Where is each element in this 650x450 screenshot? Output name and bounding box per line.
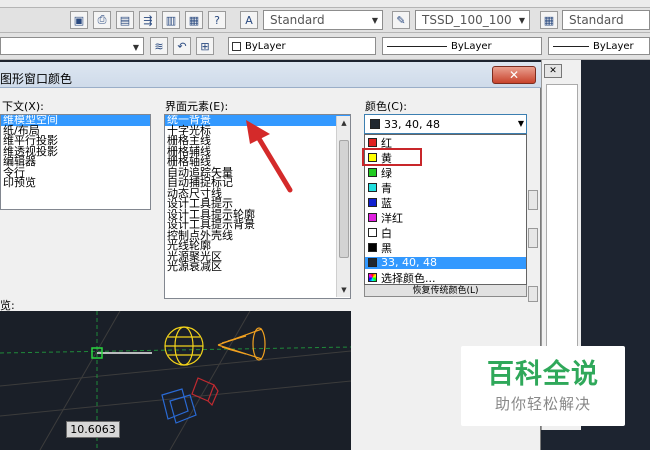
chevron-down-icon: ▼ — [517, 119, 524, 128]
properties-icon[interactable]: ▥ — [162, 11, 180, 29]
watermark-subtitle: 助你轻松解决 — [494, 395, 591, 413]
color-option[interactable]: 黑 — [365, 241, 526, 255]
restore-button-label: 恢复传统颜色(L) — [412, 286, 479, 296]
color-option-label: 选择颜色... — [381, 271, 436, 285]
color-option[interactable]: 红 — [365, 137, 526, 150]
element-label: 界面元素(E): — [165, 100, 229, 113]
scroll-thumb[interactable] — [339, 140, 349, 258]
scroll-down-icon[interactable]: ▼ — [337, 283, 351, 297]
close-icon: ✕ — [508, 68, 520, 82]
color-option-label: 青 — [381, 181, 392, 195]
dialog-title: 图形窗口颜色 — [0, 72, 73, 86]
color-option-label: 洋红 — [381, 211, 403, 225]
color-control[interactable]: ByLayer — [228, 37, 376, 55]
layer-match-icon[interactable]: ⊞ — [196, 37, 214, 55]
help-icon[interactable]: ? — [208, 11, 226, 29]
color-option-label: 白 — [381, 226, 392, 240]
menu-bar-strip — [0, 0, 650, 8]
dimension-value: 10.6063 — [70, 423, 116, 436]
preview-scene — [0, 311, 351, 450]
table-style-value: Standard — [569, 13, 624, 27]
layer-previous-icon[interactable]: ↶ — [173, 37, 191, 55]
chevron-down-icon: ▼ — [371, 15, 379, 25]
color-option-label: 蓝 — [381, 196, 392, 210]
color-option-label: 黑 — [381, 241, 392, 255]
styles-toolbar: ▣ ⎙ ▤ ⇶ ▥ ▦ ? A Standard ▼ ✎ TSSD_100_10… — [0, 8, 650, 33]
color-select[interactable]: 33, 40, 48 ▼ — [364, 114, 527, 134]
linetype-control[interactable]: ByLayer — [382, 37, 542, 55]
color-option-swatch — [368, 258, 377, 268]
point-light-icon — [164, 326, 204, 366]
context-list-item[interactable]: 印预览 — [1, 177, 150, 189]
text-style-combo[interactable]: Standard ▼ — [263, 10, 383, 30]
lineweight-control-value: ByLayer — [593, 40, 634, 52]
layer-state-icon[interactable]: ≋ — [150, 37, 168, 55]
color-option[interactable]: 青 — [365, 181, 526, 195]
color-select-value: 33, 40, 48 — [384, 117, 440, 131]
color-option-swatch — [368, 213, 377, 223]
publish-icon[interactable]: ⇶ — [139, 11, 157, 29]
color-select-swatch — [370, 119, 380, 129]
color-option-label: 33, 40, 48 — [381, 256, 437, 270]
calculator-icon[interactable]: ▦ — [185, 11, 203, 29]
dialog-title-bar: 图形窗口颜色 — [0, 62, 541, 88]
color-control-value: ByLayer — [245, 40, 286, 52]
linetype-control-value: ByLayer — [451, 40, 492, 52]
text-style-icon[interactable]: A — [240, 11, 258, 29]
element-list[interactable]: 统一背景 十字光标 栅格主线 栅格辅线 栅格轴线 自动追踪矢量 自动捕捉标记 动态尺寸线 设计工… — [164, 114, 351, 299]
color-option-swatch — [368, 198, 377, 208]
context-list[interactable]: 维模型空间 纸/布局 维平行投影 维透视投影 编辑器 令行 印预览 — [0, 114, 151, 210]
properties-toolbar: ▼ ≋ ↶ ⊞ ByLayer ByLayer ByLayer — [0, 33, 650, 60]
element-list-scrollbar[interactable]: ▲ ▼ — [336, 116, 350, 297]
lineweight-preview — [553, 45, 589, 47]
dialog-side-button[interactable] — [528, 286, 538, 302]
lineweight-control[interactable]: ByLayer — [548, 37, 650, 55]
color-option[interactable]: 洋红 — [365, 211, 526, 225]
color-option[interactable]: 绿 — [365, 166, 526, 180]
watermark-title: 百科全说 — [487, 359, 599, 390]
color-option[interactable]: 选择颜色... — [365, 271, 526, 285]
close-button[interactable]: ✕ — [492, 66, 536, 84]
preview-pane — [0, 311, 351, 450]
color-option-swatch — [368, 243, 377, 253]
restore-classic-colors-button[interactable]: 恢复传统颜色(L) — [364, 285, 527, 297]
close-icon[interactable]: ✕ — [544, 64, 562, 78]
linetype-preview — [387, 45, 447, 47]
color-option-swatch — [368, 273, 377, 283]
color-option-swatch — [368, 183, 377, 193]
dialog-side-button[interactable] — [528, 190, 538, 210]
color-option[interactable]: 33, 40, 48 — [365, 256, 526, 270]
watermark-logo: 百科全说 助你轻松解决 — [461, 346, 625, 426]
dimension-tooltip: 10.6063 — [66, 421, 120, 438]
color-swatch — [232, 41, 241, 51]
context-label: 下文(X): — [2, 100, 44, 113]
element-list-item[interactable]: 光源衰减区 — [165, 261, 350, 273]
color-option[interactable]: 蓝 — [365, 196, 526, 210]
red-camera-icon — [191, 377, 219, 407]
blue-box-icon — [161, 388, 197, 424]
color-option[interactable]: 白 — [365, 226, 526, 240]
autocad-screen: ▣ ⎙ ▤ ⇶ ▥ ▦ ? A Standard ▼ ✎ TSSD_100_10… — [0, 0, 650, 450]
chevron-down-icon: ▼ — [518, 15, 526, 25]
preview-icon[interactable]: ▤ — [116, 11, 134, 29]
table-style-combo[interactable]: Standard — [562, 10, 650, 30]
print-icon[interactable]: ⎙ — [93, 11, 111, 29]
text-style-value: Standard — [270, 13, 325, 27]
table-style-icon[interactable]: ▦ — [540, 11, 558, 29]
color-option-label: 绿 — [381, 166, 392, 180]
dim-style-combo[interactable]: TSSD_100_100 ▼ — [415, 10, 530, 30]
color-label: 颜色(C): — [365, 100, 407, 113]
dim-style-icon[interactable]: ✎ — [392, 11, 410, 29]
chevron-down-icon: ▼ — [132, 42, 140, 52]
dialog-side-button[interactable] — [528, 228, 538, 248]
color-option-swatch — [368, 228, 377, 238]
color-option-swatch — [368, 168, 377, 178]
highlight-box — [362, 148, 422, 166]
dim-style-value: TSSD_100_100 — [422, 13, 512, 27]
save-icon[interactable]: ▣ — [70, 11, 88, 29]
layer-combo[interactable]: ▼ — [0, 37, 144, 55]
scroll-up-icon[interactable]: ▲ — [337, 116, 351, 130]
color-option-swatch — [368, 138, 377, 148]
